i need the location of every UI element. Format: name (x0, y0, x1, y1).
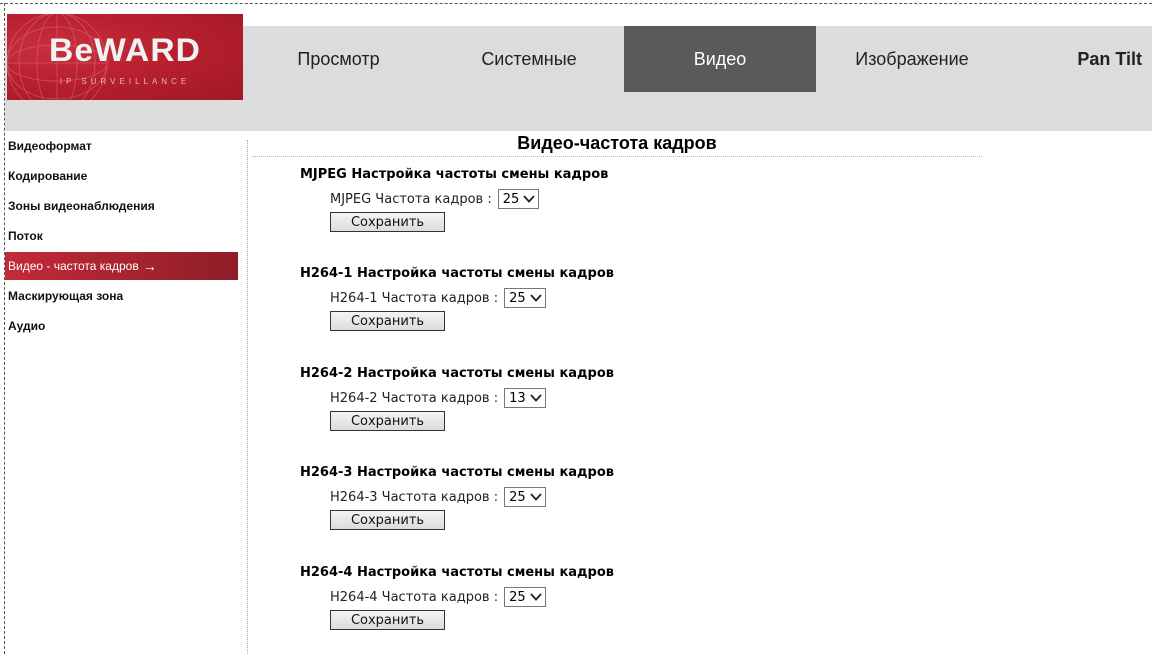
sidebar-item-label: Зоны видеонаблюдения (8, 199, 155, 213)
frame-rate-label: H264-3 Частота кадров : (330, 489, 499, 505)
section-h264-2: H264-2 Настройка частоты смены кадров H2… (300, 366, 614, 431)
tab-pan-tilt[interactable]: Pan Tilt (1008, 26, 1152, 92)
frame-rate-select[interactable]: 13 (504, 388, 546, 408)
chevron-down-icon (529, 493, 542, 501)
tab-view[interactable]: Просмотр (243, 26, 434, 92)
sidebar-item-label: Аудио (8, 319, 46, 333)
selected-value: 25 (509, 290, 526, 306)
sidebar-item-video-format[interactable]: Видеоформат (5, 131, 238, 161)
save-button[interactable]: Сохранить (330, 510, 445, 530)
sidebar-item-stream[interactable]: Поток (5, 221, 238, 251)
sidebar-item-label: Маскирующая зона (8, 289, 124, 303)
section-mjpeg: MJPEG Настройка частоты смены кадров MJP… (300, 167, 608, 232)
tab-image[interactable]: Изображение (816, 26, 1008, 92)
sidebar-item-label: Кодирование (8, 169, 88, 183)
selected-value: 25 (502, 191, 520, 207)
logo-text: BeWARD (49, 32, 201, 68)
section-title: MJPEG Настройка частоты смены кадров (300, 167, 609, 182)
chevron-down-icon (529, 593, 542, 601)
sidebar-item-audio[interactable]: Аудио (5, 311, 238, 341)
tab-system[interactable]: Системные (434, 26, 624, 92)
sidebar-item-label: Поток (8, 229, 43, 243)
save-button[interactable]: Сохранить (330, 311, 445, 331)
sidebar-item-encoding[interactable]: Кодирование (5, 161, 238, 191)
section-h264-4: H264-4 Настройка частоты смены кадров H2… (300, 565, 614, 630)
selected-value: 25 (509, 489, 526, 505)
frame-rate-label: H264-4 Частота кадров : (330, 589, 499, 605)
section-title: H264-4 Настройка частоты смены кадров (300, 565, 614, 580)
frame-rate-label: H264-1 Частота кадров : (330, 290, 499, 306)
frame-rate-label: MJPEG Частота кадров : (330, 191, 492, 207)
selected-value: 25 (509, 589, 526, 605)
sidebar-item-frame-rate[interactable]: Видео - частота кадров → (5, 252, 238, 280)
brand-logo[interactable]: BeWARD IP SURVEILLANCE (7, 14, 243, 100)
frame-rate-select[interactable]: 25 (497, 189, 540, 209)
logo-subtext: IP SURVEILLANCE (59, 77, 191, 86)
section-title: H264-3 Настройка частоты смены кадров (300, 465, 614, 480)
frame-rate-select[interactable]: 25 (504, 487, 546, 507)
page-title: Видео-частота кадров (252, 133, 982, 157)
tab-video[interactable]: Видео (624, 26, 816, 92)
sidebar-item-label: Видеоформат (8, 139, 92, 153)
section-title: H264-1 Настройка частоты смены кадров (300, 266, 614, 281)
save-button[interactable]: Сохранить (330, 212, 445, 232)
sidebar-item-label: Видео - частота кадров (8, 259, 139, 273)
chevron-down-icon (529, 394, 542, 402)
sidebar-item-surveillance-zones[interactable]: Зоны видеонаблюдения (5, 191, 238, 221)
frame-rate-label: H264-2 Частота кадров : (330, 390, 499, 406)
frame-rate-select[interactable]: 25 (504, 587, 546, 607)
arrow-right-icon: → (142, 258, 157, 274)
frame-border-top (0, 3, 1152, 4)
chevron-down-icon (529, 294, 542, 302)
section-h264-3: H264-3 Настройка частоты смены кадров H2… (300, 465, 614, 530)
top-nav: Просмотр Системные Видео Изображение Pan… (243, 26, 1152, 92)
save-button[interactable]: Сохранить (330, 610, 445, 630)
sidebar-item-privacy-mask[interactable]: Маскирующая зона (5, 281, 238, 311)
section-title: H264-2 Настройка частоты смены кадров (300, 366, 614, 381)
section-h264-1: H264-1 Настройка частоты смены кадров H2… (300, 266, 614, 331)
chevron-down-icon (523, 195, 535, 203)
save-button[interactable]: Сохранить (330, 411, 445, 431)
sidebar-divider (247, 140, 248, 654)
frame-rate-select[interactable]: 25 (504, 288, 546, 308)
selected-value: 13 (509, 390, 526, 406)
sidebar: Видеоформат Кодирование Зоны видеонаблюд… (5, 131, 238, 654)
